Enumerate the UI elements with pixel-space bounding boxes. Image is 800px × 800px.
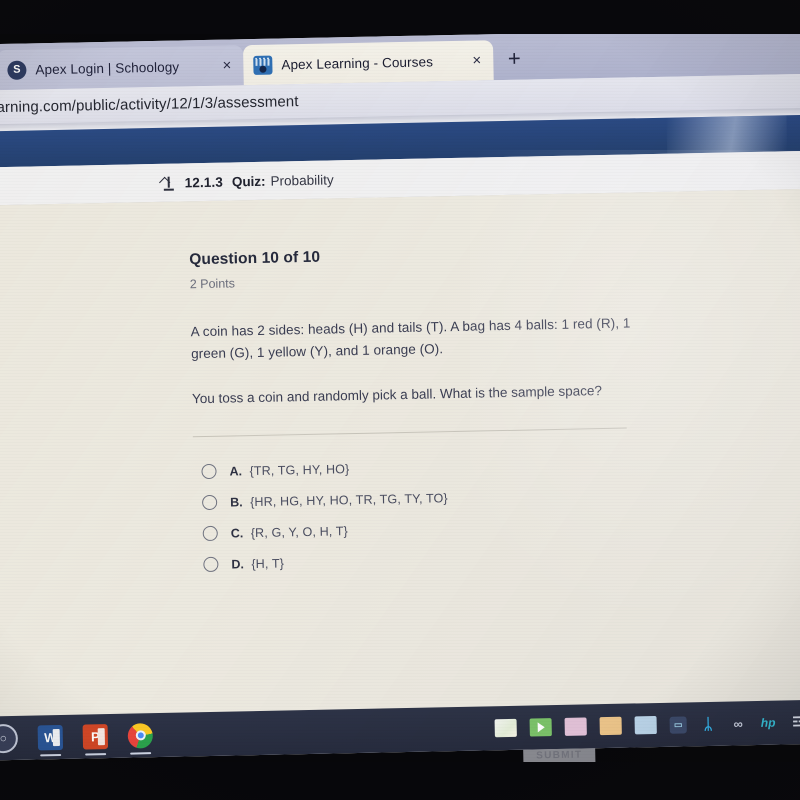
breadcrumb-title: Probability bbox=[270, 171, 334, 189]
screen-glare bbox=[666, 115, 788, 154]
apex-learning-icon bbox=[253, 55, 273, 75]
question-body: A coin has 2 sides: heads (H) and tails … bbox=[190, 315, 631, 362]
cortana-icon[interactable]: ○ bbox=[0, 723, 19, 753]
option-text: {HR, HG, HY, HO, TR, TG, TY, TO} bbox=[249, 490, 448, 509]
browser-tab-schoology[interactable]: S Apex Login | Schoology × bbox=[0, 45, 244, 91]
schoology-s-icon: S bbox=[7, 60, 27, 80]
monitor-bezel-bottom bbox=[0, 762, 800, 800]
hp-icon[interactable]: hp bbox=[760, 714, 777, 731]
system-tray: ▭ ᛦ ∞ hp ☲ ❖ bbox=[494, 712, 800, 738]
breadcrumb[interactable]: 12.1.3 Quiz: Probability bbox=[158, 171, 334, 190]
taskbar-apps: ○ W P bbox=[0, 721, 154, 756]
monitor-screen: S Apex Login | Schoology × Apex Learning… bbox=[0, 27, 800, 769]
up-arrow-icon[interactable] bbox=[158, 175, 176, 190]
powerpoint-icon[interactable]: P bbox=[82, 723, 109, 755]
close-icon[interactable]: × bbox=[469, 52, 484, 69]
bluetooth-icon[interactable]: ᛦ bbox=[700, 715, 717, 732]
question-prompt: You toss a coin and randomly pick a ball… bbox=[191, 383, 603, 407]
breadcrumb-number: 12.1.3 bbox=[184, 174, 223, 190]
new-tab-button[interactable]: + bbox=[503, 46, 525, 71]
points-label: 2 Points bbox=[189, 276, 236, 292]
divider bbox=[192, 427, 627, 438]
answer-options: A. {TR, TG, HY, HO} B. {HR, HG, HY, HO, … bbox=[193, 447, 665, 580]
blue-thumb-icon[interactable] bbox=[634, 716, 657, 735]
chrome-icon[interactable] bbox=[127, 722, 154, 755]
option-letter: C. bbox=[230, 525, 244, 541]
question-container: Question 10 of 10 2 Points A coin has 2 … bbox=[189, 242, 666, 580]
close-icon[interactable]: × bbox=[219, 57, 234, 74]
link-icon[interactable]: ∞ bbox=[730, 715, 747, 732]
url-text: pexlearning.com/public/activity/12/1/3/a… bbox=[0, 92, 299, 117]
tab-title: Apex Login | Schoology bbox=[35, 58, 180, 77]
radio-button[interactable] bbox=[201, 463, 217, 480]
page-title: Question 10 of 10 bbox=[189, 248, 321, 269]
option-text: {TR, TG, HY, HO} bbox=[249, 461, 350, 478]
option-text: {H, T} bbox=[251, 555, 285, 571]
option-letter: B. bbox=[229, 494, 243, 510]
display-icon[interactable]: ▭ bbox=[669, 715, 687, 734]
thumbnail-icon[interactable] bbox=[494, 718, 517, 738]
orange-thumb-icon[interactable] bbox=[599, 716, 622, 736]
radio-button[interactable] bbox=[201, 494, 218, 511]
option-letter: A. bbox=[229, 463, 243, 479]
pink-thumb-icon[interactable] bbox=[564, 717, 587, 736]
option-letter: D. bbox=[231, 556, 245, 572]
tab-title: Apex Learning - Courses bbox=[281, 53, 434, 72]
word-icon[interactable]: W bbox=[37, 724, 64, 756]
option-text: {R, G, Y, O, H, T} bbox=[250, 523, 349, 540]
photo-of-screen: S Apex Login | Schoology × Apex Learning… bbox=[0, 0, 800, 800]
quiz-page: Question 10 of 10 2 Points A coin has 2 … bbox=[0, 188, 800, 769]
radio-button[interactable] bbox=[203, 556, 219, 573]
breadcrumb-type: Quiz: bbox=[231, 173, 266, 189]
browser-tab-apex-learning[interactable]: Apex Learning - Courses × bbox=[242, 40, 494, 86]
network-icon[interactable]: ☲ bbox=[789, 714, 800, 731]
radio-button[interactable] bbox=[202, 525, 218, 542]
play-icon[interactable] bbox=[529, 718, 552, 737]
monitor-bezel-top bbox=[0, 0, 800, 34]
